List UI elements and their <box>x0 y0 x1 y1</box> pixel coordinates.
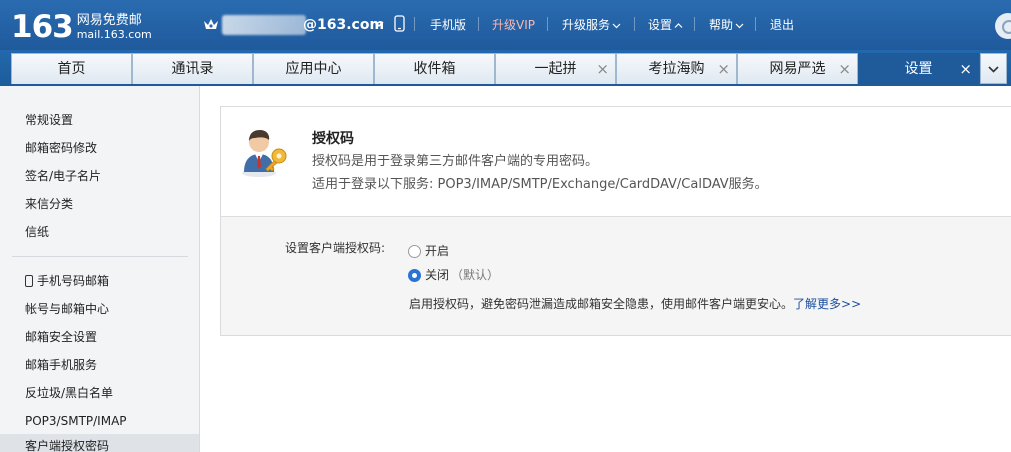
tab-settings[interactable]: 设置 × <box>858 53 979 84</box>
nav-logout-link[interactable]: 退出 <box>770 16 794 34</box>
nav-separator <box>634 17 635 31</box>
tab-label: 考拉海购 <box>648 61 705 77</box>
sidebar-item-phone-service[interactable]: 邮箱手机服务 <box>25 357 97 373</box>
nav-upgrade-menu[interactable]: 升级服务 <box>562 16 621 34</box>
nav-separator <box>414 17 415 31</box>
tab-bar: 首页 通讯录 应用中心 收件箱 一起拼 × 考拉海购 × 网易严选 × 设置 × <box>0 50 1011 86</box>
chevron-down-icon <box>612 23 621 29</box>
tab-label: 应用中心 <box>285 61 342 77</box>
tab-label: 网易严选 <box>769 61 826 77</box>
logo-url: mail.163.com <box>76 27 152 41</box>
nav-separator <box>547 17 548 31</box>
settings-sidebar: 常规设置 邮箱密码修改 签名/电子名片 来信分类 信纸 手机号码邮箱 帐号与邮箱… <box>0 86 200 452</box>
tab-label: 通讯录 <box>171 61 214 77</box>
tab-app-center[interactable]: 应用中心 <box>253 53 374 84</box>
logo-text: 网易免费邮 mail.163.com <box>77 13 152 42</box>
option-label: 关闭 <box>425 268 450 282</box>
phone-icon[interactable] <box>394 15 405 32</box>
sidebar-item-filters[interactable]: 来信分类 <box>25 196 73 212</box>
panel-services-note: 适用于登录以下服务: POP3/IMAP/SMTP/Exchange/CardD… <box>312 177 768 192</box>
close-icon[interactable]: × <box>596 54 609 84</box>
learn-more-link[interactable]: 了解更多>> <box>793 297 861 311</box>
tab-home[interactable]: 首页 <box>11 53 132 84</box>
sidebar-item-antispam[interactable]: 反垃圾/黑白名单 <box>25 385 113 401</box>
tab-yanxuan[interactable]: 网易严选 × <box>737 53 858 84</box>
sidebar-divider <box>12 256 188 257</box>
sidebar-item-general[interactable]: 常规设置 <box>25 112 73 128</box>
user-key-icon <box>242 130 287 177</box>
nav-settings-menu[interactable]: 设置 <box>648 16 683 34</box>
sidebar-item-account-center[interactable]: 帐号与邮箱中心 <box>25 301 109 317</box>
sidebar-item-password[interactable]: 邮箱密码修改 <box>25 140 97 156</box>
close-icon[interactable]: × <box>838 54 851 84</box>
logo-number: 163 <box>11 9 74 45</box>
nav-upgrade-label: 升级服务 <box>562 18 611 32</box>
sidebar-item-signature[interactable]: 签名/电子名片 <box>25 168 101 184</box>
search-icon[interactable] <box>995 13 1011 39</box>
auth-code-hint: 启用授权码，避免密码泄漏造成邮箱安全隐患，使用邮件客户端更安心。了解更多>> <box>409 296 861 312</box>
panel-description: 授权码是用于登录第三方邮件客户端的专用密码。 <box>312 154 599 169</box>
chevron-down-icon <box>988 66 999 73</box>
sidebar-item-client-auth-code[interactable]: 客户端授权密码 <box>0 434 199 452</box>
sidebar-item-security[interactable]: 邮箱安全设置 <box>25 329 97 345</box>
tab-label: 首页 <box>57 61 86 77</box>
auth-code-setting-label: 设置客户端授权码: <box>285 241 386 255</box>
crown-icon[interactable] <box>203 17 219 31</box>
nav-vip-link[interactable]: 升级VIP <box>492 16 535 34</box>
default-note: （默认） <box>451 268 500 282</box>
phone-icon <box>25 275 33 287</box>
tab-contacts[interactable]: 通讯录 <box>132 53 253 84</box>
nav-help-menu[interactable]: 帮助 <box>709 16 744 34</box>
sidebar-item-label: 手机号码邮箱 <box>37 274 110 288</box>
tab-inbox[interactable]: 收件箱 <box>374 53 495 84</box>
auth-code-off-option[interactable]: 关闭 （默认） <box>408 267 499 283</box>
nav-help-label: 帮助 <box>709 18 734 32</box>
chevron-down-icon <box>735 23 744 29</box>
tab-kaola[interactable]: 考拉海购 × <box>616 53 737 84</box>
sidebar-item-pop3-smtp-imap[interactable]: POP3/SMTP/IMAP <box>25 413 127 429</box>
account-name-redacted <box>222 15 306 35</box>
tab-more-button[interactable] <box>980 53 1007 84</box>
radio-button[interactable] <box>408 244 421 258</box>
account-name[interactable]: @163.com <box>303 16 384 34</box>
chevron-down-icon[interactable] <box>374 20 384 28</box>
nav-mobile-link[interactable]: 手机版 <box>430 16 466 34</box>
panel-header: 授权码 授权码是用于登录第三方邮件客户端的专用密码。 适用于登录以下服务: PO… <box>221 107 1011 217</box>
hint-text: 启用授权码，避免密码泄漏造成邮箱安全隐患，使用邮件客户端更安心。 <box>409 297 794 311</box>
panel-title: 授权码 <box>312 131 354 147</box>
chevron-up-icon <box>674 23 683 28</box>
logo-cn: 网易免费邮 <box>76 12 142 28</box>
nav-separator <box>694 17 695 31</box>
top-header: 163 网易免费邮 mail.163.com @163.com 手机版 升级VI… <box>0 0 1011 50</box>
option-label: 开启 <box>425 244 450 258</box>
mail-logo[interactable]: 163 网易免费邮 mail.163.com <box>11 9 152 45</box>
radio-button[interactable] <box>408 268 421 282</box>
tab-label: 一起拼 <box>534 61 577 77</box>
nav-separator <box>478 17 479 31</box>
tab-label: 收件箱 <box>413 61 456 77</box>
close-icon[interactable]: × <box>717 54 730 84</box>
auth-code-on-option[interactable]: 开启 <box>408 243 449 259</box>
tab-label: 设置 <box>904 61 933 77</box>
tab-yiqipin[interactable]: 一起拼 × <box>495 53 616 84</box>
close-icon[interactable]: × <box>959 54 972 84</box>
nav-settings-label: 设置 <box>648 18 673 32</box>
sidebar-item-mobile-mailbox[interactable]: 手机号码邮箱 <box>25 273 109 289</box>
auth-code-panel: 授权码 授权码是用于登录第三方邮件客户端的专用密码。 适用于登录以下服务: PO… <box>220 106 1011 336</box>
sidebar-item-stationery[interactable]: 信纸 <box>25 224 49 240</box>
nav-separator <box>755 17 756 31</box>
